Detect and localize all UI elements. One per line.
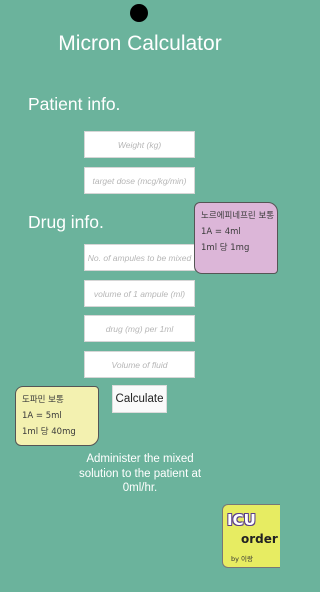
weight-input[interactable] [84,131,195,158]
dopamine-note: 도파민 보통 1A = 5ml 1ml 당 40mg [15,386,99,446]
note-line: 도파민 보통 [22,395,64,405]
note-line: 1A = 4ml [201,227,241,237]
ampule-count-input[interactable] [84,244,195,271]
patient-info-heading: Patient info. [28,94,121,114]
result-text: Administer the mixed solution to the pat… [62,452,218,496]
logo-order-text: order [241,532,278,546]
fluid-volume-input[interactable] [84,351,195,378]
note-line: 1ml 당 1mg [201,243,250,253]
result-line: solution to the patient at [78,467,202,480]
note-line: 노르에피네프린 보통 [201,211,275,221]
result-line: 0ml/hr. [122,482,158,494]
calculate-button[interactable]: Calculate [112,385,167,413]
note-line: 1A = 5ml [22,411,62,421]
camera-cutout [130,4,148,22]
icu-order-logo: ICU order by 이랑 [222,504,280,568]
drug-per-ml-input[interactable] [84,315,195,342]
ampule-volume-input[interactable] [84,280,195,307]
target-dose-input[interactable] [84,167,195,194]
logo-icu-text: ICU [227,511,256,529]
result-line: Administer the mixed [86,453,194,465]
note-line: 1ml 당 40mg [22,427,76,437]
app-title: Micron Calculator [58,32,222,55]
drug-info-heading: Drug info. [28,212,104,232]
norepinephrine-note: 노르에피네프린 보통 1A = 4ml 1ml 당 1mg [194,202,278,274]
logo-by-text: by 이랑 [231,555,253,563]
